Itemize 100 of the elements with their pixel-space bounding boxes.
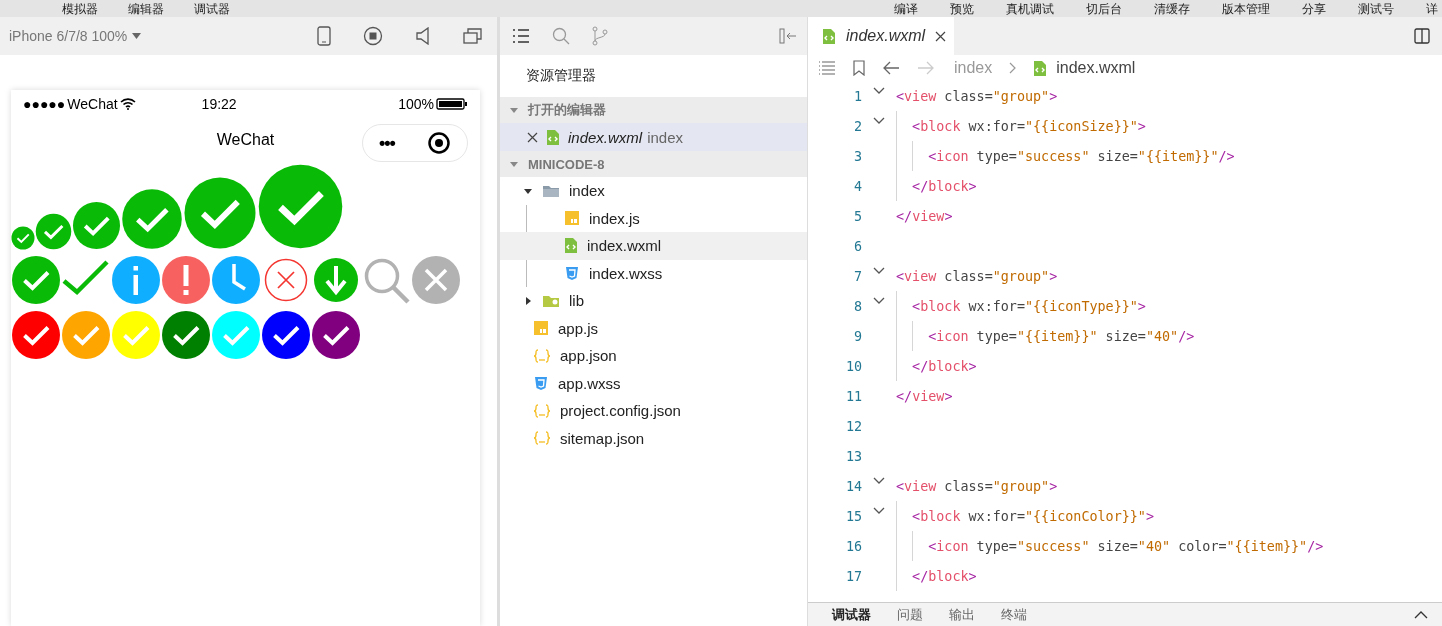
tree-item[interactable]: app.wxss [500,369,807,397]
code-line: <block wx:for="{{iconColor}}"> [912,508,1154,524]
line-number: 16 [844,538,862,554]
breadcrumb-item[interactable]: index.wxml [1056,59,1136,77]
tree-item[interactable]: lib [500,287,807,315]
code-line: </block> [912,358,977,374]
line-number: 7 [852,268,862,284]
toolbar-button[interactable]: 真机调试 [1006,0,1054,17]
code-line: <view class="group"> [896,88,1058,104]
battery-icon [436,98,468,110]
collapse-panel-icon[interactable] [779,28,797,44]
js-file-icon [564,210,580,227]
tree-item[interactable]: index.wxml [500,232,807,260]
fold-chevron-icon[interactable] [873,267,885,275]
caret-down-icon [132,33,142,39]
fold-chevron-icon[interactable] [873,87,885,95]
line-number: 5 [852,208,862,224]
section-header[interactable]: MINICODE-8 [500,151,807,177]
code-file-icon [546,128,560,146]
tree-item[interactable]: project.config.json [500,397,807,425]
tree-item[interactable]: index [500,177,807,205]
toolbar-button[interactable]: 预览 [950,0,974,17]
phone-icon[interactable] [317,26,331,46]
open-editor-item[interactable]: index.wxml index [500,123,807,151]
check-circle-icon [161,310,211,360]
speaker-icon[interactable] [415,27,431,45]
line-number: 17 [844,568,862,584]
info-icon [111,255,161,305]
line-number: 11 [844,388,862,404]
split-editor-icon[interactable] [1414,28,1430,44]
wifi-icon [119,98,136,110]
clock-icon [211,255,261,305]
caret-down-icon[interactable] [524,186,532,195]
line-number: 13 [844,448,862,464]
fold-chevron-icon[interactable] [873,507,885,515]
tree-item[interactable]: app.js [500,314,807,342]
windows-icon[interactable] [463,27,483,45]
toolbar-button[interactable]: 编译 [894,0,918,17]
fold-chevron-icon[interactable] [873,117,885,125]
clock-text: 19:22 [201,96,237,112]
json-file-icon [533,347,551,364]
record-icon[interactable] [363,26,383,46]
code-line: <block wx:for="{{iconType}}"> [912,298,1146,314]
check-circle-icon [261,310,311,360]
panel-tab[interactable]: 输出 [949,605,975,624]
page-title: WeChat [216,131,275,149]
check-circle-icon [61,310,111,360]
caret-right-icon[interactable] [524,296,532,305]
close-icon[interactable] [935,30,947,42]
code-line: </block> [912,568,977,584]
toolbar-button[interactable]: 版本管理 [1222,0,1270,17]
code-line: </view> [896,208,953,224]
panel-tab[interactable]: 调试器 [832,605,871,624]
tree-item[interactable]: index.wxss [500,259,807,287]
check-circle-icon [311,310,361,360]
section-header[interactable]: 打开的编辑器 [500,97,807,123]
tree-item[interactable]: app.json [500,342,807,370]
bookmark-icon[interactable] [853,60,865,76]
code-line: <view class="group"> [896,268,1058,284]
battery-text: 100% [398,96,434,112]
tree-item[interactable]: sitemap.json [500,424,807,452]
section-label: MINICODE-8 [528,156,605,172]
js-file-icon [533,320,549,337]
menu-item[interactable]: 调试器 [194,0,230,17]
download-icon [311,255,361,305]
toolbar-button[interactable]: 切后台 [1086,0,1122,17]
line-number: 3 [852,148,862,164]
panel-tab[interactable]: 终端 [1001,605,1027,624]
check-circle-icon [211,310,261,360]
fold-chevron-icon[interactable] [873,477,885,485]
list-icon[interactable] [512,29,530,43]
close-icon[interactable] [527,131,538,143]
device-selector[interactable]: iPhone 6/7/8 100% [9,28,142,44]
chevron-right-icon [1009,62,1017,74]
clear-icon [411,255,461,305]
code-line: </block> [912,178,977,194]
line-number: 10 [844,358,862,374]
menu-item[interactable]: 编辑器 [128,0,164,17]
more-button[interactable]: ••• [379,132,395,154]
fold-chevron-icon[interactable] [873,297,885,305]
code-line: <icon type="success" size="40" color="{{item}}"/> [928,538,1324,554]
check-circle-icon [72,201,121,250]
editor-tab[interactable]: index.wxml [808,17,955,55]
tree-item[interactable]: index.js [500,204,807,232]
check-circle-icon [121,188,183,250]
chevron-up-icon[interactable] [1414,610,1428,619]
signal-text: ●●●●● [23,96,66,112]
panel-tab[interactable]: 问题 [897,605,923,624]
section-label: 打开的编辑器 [528,101,606,119]
toolbar-button[interactable]: 测试号 [1358,0,1394,17]
toolbar-button[interactable]: 详 [1426,0,1438,17]
line-number: 6 [852,238,862,254]
line-number: 1 [852,88,862,104]
menu-item[interactable]: 模拟器 [62,0,98,17]
toolbar-button[interactable]: 清缓存 [1154,0,1190,17]
close-target-icon[interactable] [426,131,451,155]
back-arrow-icon[interactable] [882,61,900,75]
check-circle-icon [257,163,344,250]
toolbar-button[interactable]: 分享 [1302,0,1326,17]
line-number: 2 [852,118,862,134]
